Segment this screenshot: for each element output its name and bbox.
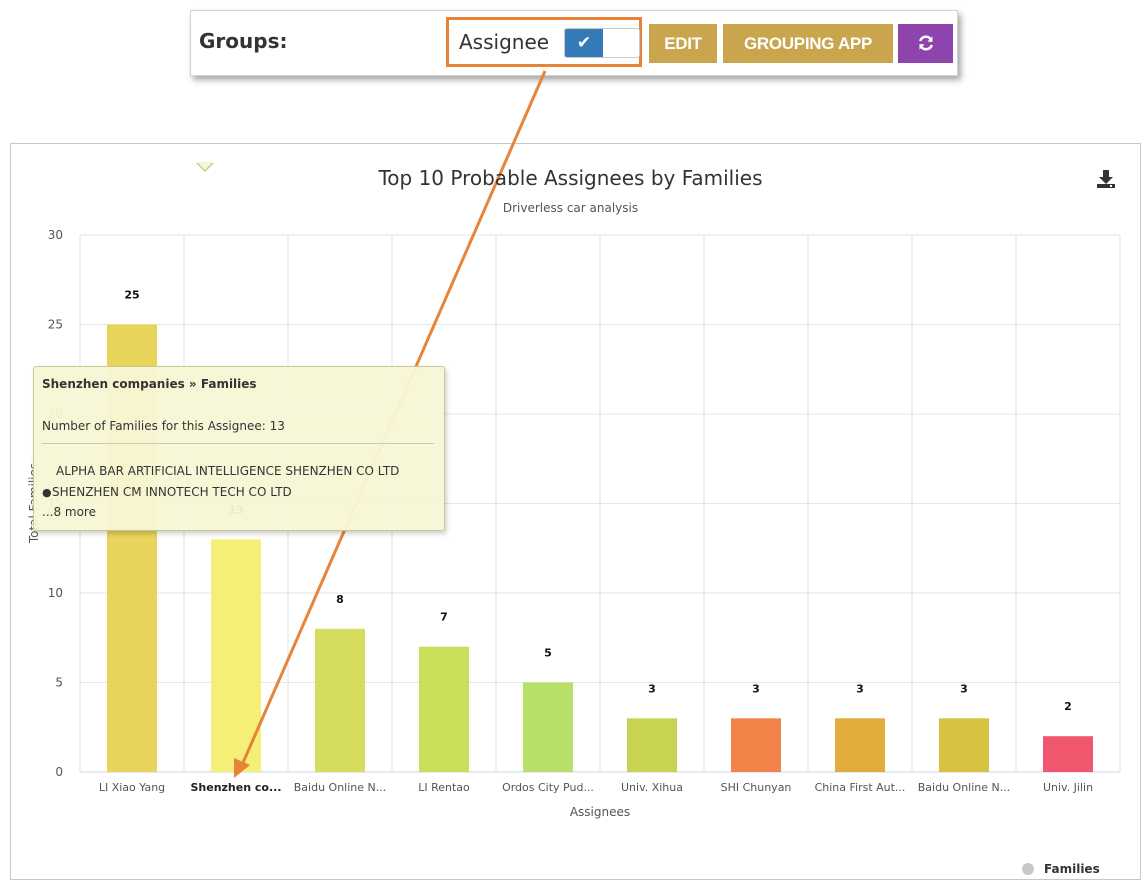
bar xyxy=(835,718,885,772)
data-label: 2 xyxy=(1064,700,1072,713)
bar xyxy=(419,646,469,772)
tooltip-header: Shenzhen companies » Families xyxy=(42,377,257,391)
chart-tooltip: Shenzhen companies » Families Number of … xyxy=(33,366,445,531)
bar xyxy=(731,718,781,772)
legend-marker xyxy=(1022,863,1034,875)
y-tick-label: 10 xyxy=(48,586,63,600)
chart-title: Top 10 Probable Assignees by Families xyxy=(378,166,763,190)
x-tick-label: Baidu Online N... xyxy=(294,781,387,794)
y-tick-label: 25 xyxy=(48,318,63,332)
tooltip-member-text: SHENZHEN CM INNOTECH TECH CO LTD xyxy=(52,485,292,499)
tooltip-divider xyxy=(42,443,434,444)
legend-label: Families xyxy=(1044,862,1100,876)
chart-subtitle: Driverless car analysis xyxy=(502,201,639,215)
x-tick-label: Ordos City Pud... xyxy=(502,781,594,794)
data-label: 25 xyxy=(124,289,139,302)
data-label: 3 xyxy=(752,682,760,695)
x-tick-label: China First Aut... xyxy=(815,781,906,794)
tooltip-member: ALPHA BAR ARTIFICIAL INTELLIGENCE SHENZH… xyxy=(56,464,400,478)
x-tick-label: LI Xiao Yang xyxy=(99,781,165,794)
y-tick-label: 0 xyxy=(55,765,63,779)
x-tick-label: Univ. Xihua xyxy=(621,781,683,794)
globe-icon: ● xyxy=(42,486,52,499)
bar xyxy=(939,718,989,772)
x-axis-title: Assignees xyxy=(569,805,631,819)
y-tick-label: 5 xyxy=(55,676,63,690)
download-icon[interactable] xyxy=(1095,168,1117,190)
x-tick-label: Shenzhen co... xyxy=(190,781,281,794)
data-label: 8 xyxy=(336,593,344,606)
tooltip-pointer-fill xyxy=(197,162,213,170)
bar xyxy=(315,628,365,772)
x-tick-label: Baidu Online N... xyxy=(918,781,1011,794)
y-tick-label: 30 xyxy=(48,228,63,242)
tooltip-member: ●SHENZHEN CM INNOTECH TECH CO LTD xyxy=(42,485,292,499)
data-label: 3 xyxy=(856,682,864,695)
tooltip-more: ...8 more xyxy=(42,505,96,519)
bar xyxy=(523,682,573,772)
bar xyxy=(627,718,677,772)
tooltip-count: Number of Families for this Assignee: 13 xyxy=(42,419,285,433)
x-tick-label: SHI Chunyan xyxy=(721,781,792,794)
x-tick-label: Univ. Jilin xyxy=(1043,781,1093,794)
data-label: 5 xyxy=(544,647,552,660)
data-label: 7 xyxy=(440,611,448,624)
data-label: 3 xyxy=(960,682,968,695)
data-label: 3 xyxy=(648,682,656,695)
bar xyxy=(1043,736,1093,772)
x-tick-label: LI Rentao xyxy=(418,781,470,794)
